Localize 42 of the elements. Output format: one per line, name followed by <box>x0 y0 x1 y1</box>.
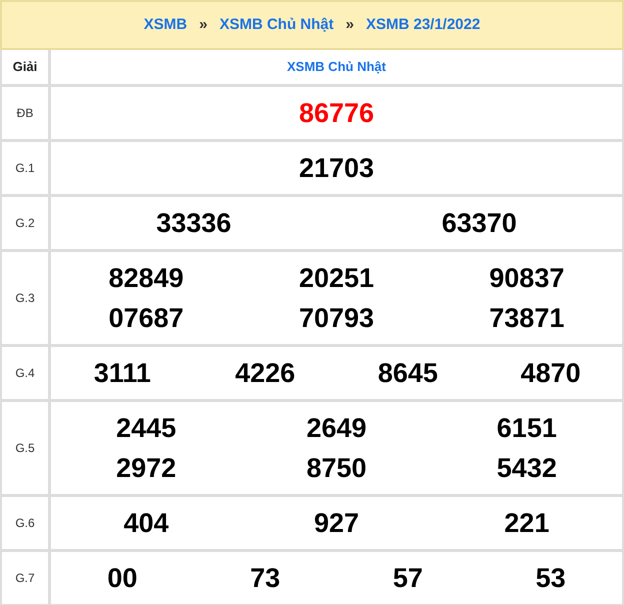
breadcrumb-link[interactable]: XSMB <box>144 14 188 36</box>
prize-number: 07687 <box>108 302 185 335</box>
prize-number: 21703 <box>298 152 376 185</box>
prize-number: 57 <box>392 562 424 595</box>
prize-number: 221 <box>503 507 550 540</box>
header-cell: XSMB Chủ Nhật <box>51 50 622 84</box>
prize-label-cell: G.3 <box>2 252 48 344</box>
prize-label-cell: G.7 <box>2 552 48 604</box>
header-cell: Giải <box>2 50 48 84</box>
prize-number: 63370 <box>440 207 518 240</box>
prize-number: 4226 <box>234 357 296 390</box>
prize-label-cell: G.4 <box>2 347 48 399</box>
prize-label-cell: G.6 <box>2 497 48 549</box>
prize-number: 927 <box>312 507 360 540</box>
prize-number: 20251 <box>298 262 376 295</box>
prize-number: 2972 <box>115 452 178 485</box>
prize-label-cell: G.1 <box>2 142 48 194</box>
prize-number: 33336 <box>155 207 232 240</box>
prize-number: 2649 <box>305 412 368 445</box>
prize-label-cell: G.5 <box>2 402 48 494</box>
prize-number: 5432 <box>496 452 558 485</box>
breadcrumb-separator: » <box>346 14 354 35</box>
prize-number: 70793 <box>298 302 376 335</box>
breadcrumb-link[interactable]: XSMB Chủ Nhật <box>219 14 334 36</box>
prize-number: 6151 <box>496 412 558 445</box>
prize-label-cell: ĐB <box>2 87 48 139</box>
prize-number: 404 <box>122 507 170 540</box>
prize-number: 90837 <box>488 262 566 295</box>
prize-number: 86776 <box>298 97 376 130</box>
prize-number: 2445 <box>115 412 178 445</box>
prize-number: 00 <box>106 562 138 595</box>
prize-number: 3111 <box>92 357 152 390</box>
prize-number: 82849 <box>108 262 185 295</box>
breadcrumb-link[interactable]: XSMB 23/1/2022 <box>366 14 480 36</box>
prize-number: 73 <box>249 562 282 595</box>
prize-number: 8750 <box>305 452 368 485</box>
prize-number: 8645 <box>376 357 439 390</box>
prize-number: 4870 <box>520 357 582 390</box>
prize-label-cell: G.2 <box>2 197 48 249</box>
breadcrumb-separator: » <box>199 14 208 35</box>
prize-number: 73871 <box>488 302 566 335</box>
prize-number: 53 <box>534 562 567 595</box>
